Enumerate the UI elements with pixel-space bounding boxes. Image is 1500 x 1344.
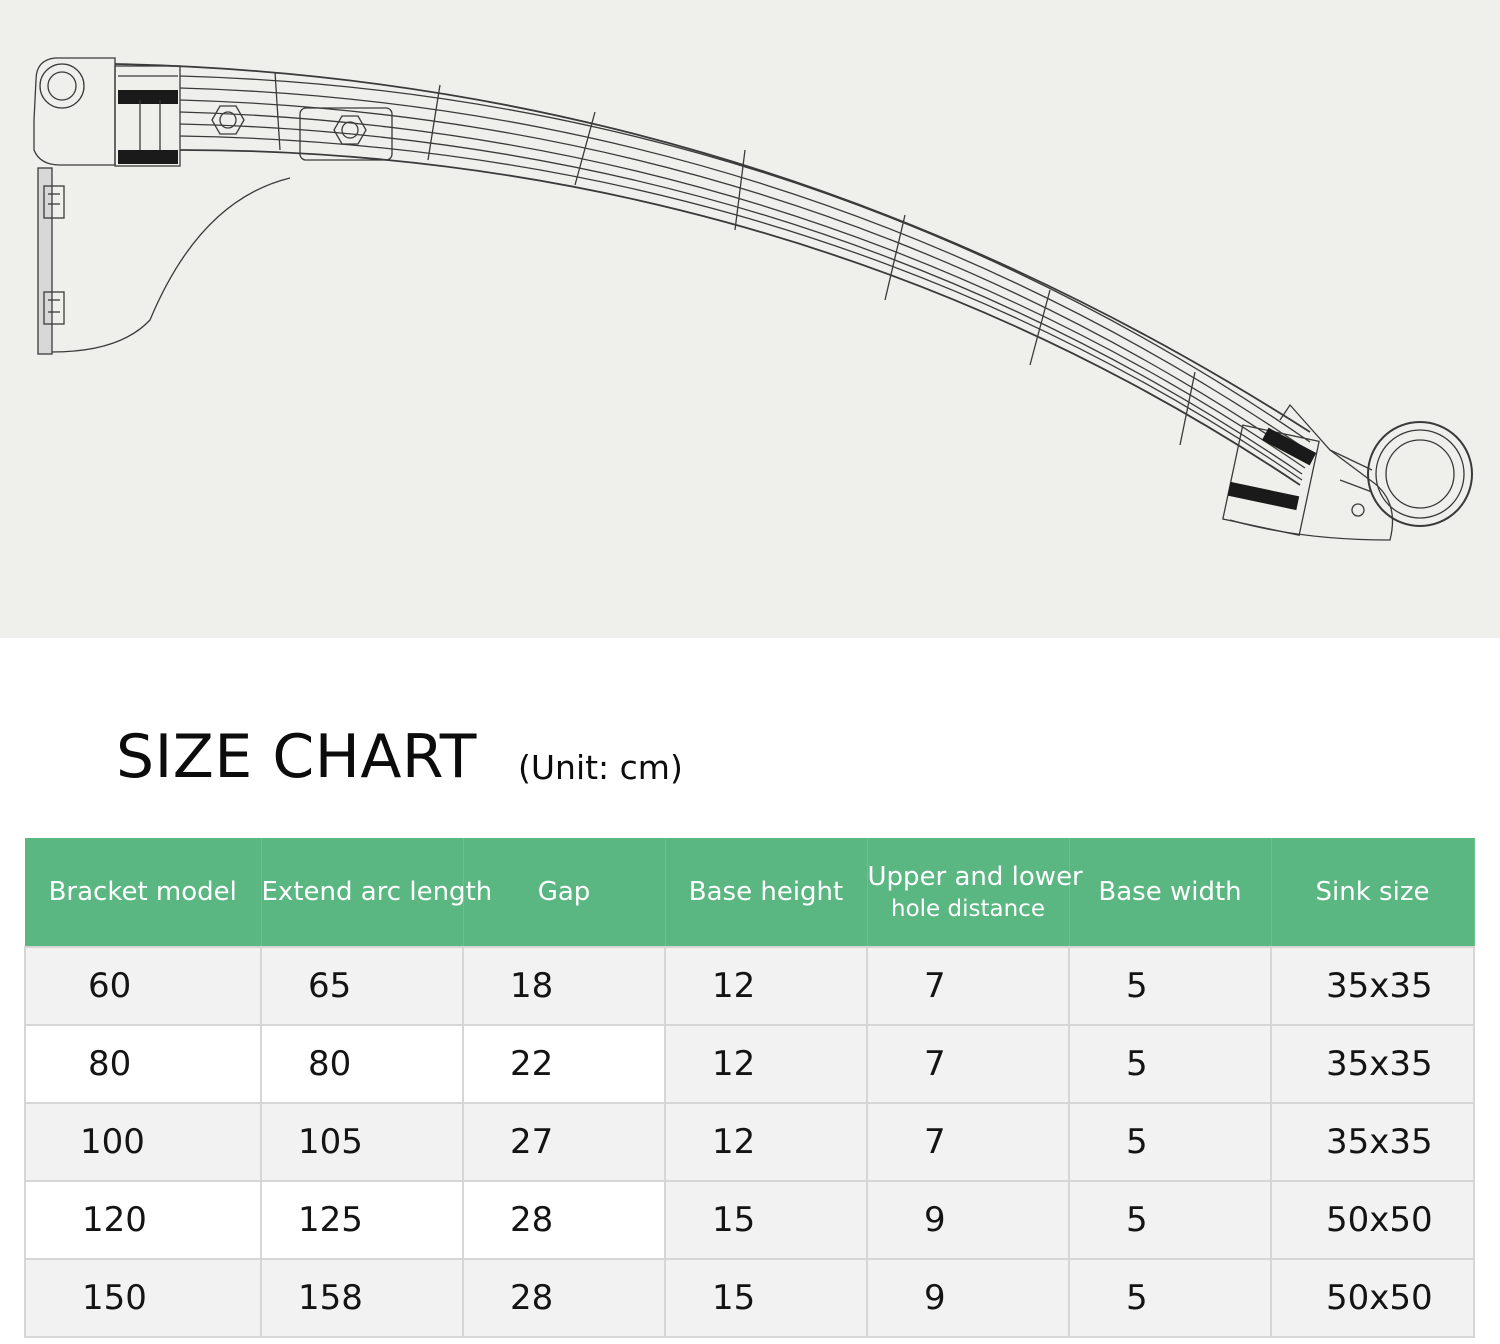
- table-cell: 22: [462, 1024, 666, 1104]
- table-cell: 28: [462, 1180, 666, 1260]
- table-row: 60 65 18 12 7 5 35x35: [24, 946, 1475, 1026]
- table-row: 80 80 22 12 7 5 35x35: [24, 1024, 1475, 1104]
- size-table: Bracket model Extend arc length Gap Base…: [24, 838, 1475, 1338]
- table-cell: 12: [664, 1024, 868, 1104]
- table-cell: 35x35: [1270, 1024, 1475, 1104]
- header-bracket-model: Bracket model: [25, 838, 262, 947]
- header-base-width: Base width: [1069, 838, 1272, 947]
- bracket-drawing-panel: [0, 0, 1500, 638]
- page-title: SIZE CHART: [116, 722, 477, 792]
- table-cell: 125: [260, 1180, 464, 1260]
- table-row: 150 158 28 15 9 5 50x50: [24, 1258, 1475, 1338]
- table-cell: 15: [664, 1180, 868, 1260]
- table-cell: 5: [1068, 1102, 1272, 1182]
- table-cell: 80: [24, 1024, 262, 1104]
- table-cell: 80: [260, 1024, 464, 1104]
- table-cell: 15: [664, 1258, 868, 1338]
- table-cell: 5: [1068, 1258, 1272, 1338]
- table-cell: 7: [866, 946, 1070, 1026]
- table-cell: 50x50: [1270, 1180, 1475, 1260]
- table-cell: 5: [1068, 1024, 1272, 1104]
- table-row: 120 125 28 15 9 5 50x50: [24, 1180, 1475, 1260]
- header-hole-distance: Upper and lower hole distance: [867, 838, 1083, 947]
- table-cell: 158: [260, 1258, 464, 1338]
- header-extend-arc-length: Extend arc length: [261, 838, 492, 947]
- table-cell: 50x50: [1270, 1258, 1475, 1338]
- header-gap: Gap: [463, 838, 666, 947]
- table-cell: 28: [462, 1258, 666, 1338]
- table-cell: 9: [866, 1180, 1070, 1260]
- header-base-height: Base height: [665, 838, 868, 947]
- table-cell: 18: [462, 946, 666, 1026]
- table-cell: 100: [24, 1102, 262, 1182]
- table-cell: 12: [664, 1102, 868, 1182]
- table-cell: 9: [866, 1258, 1070, 1338]
- table-cell: 7: [866, 1024, 1070, 1104]
- table-cell: 5: [1068, 946, 1272, 1026]
- bracket-drawing-icon: [33, 57, 1473, 541]
- table-cell: 27: [462, 1102, 666, 1182]
- table-cell: 120: [24, 1180, 262, 1260]
- table-cell: 60: [24, 946, 262, 1026]
- table-cell: 35x35: [1270, 1102, 1475, 1182]
- table-cell: 12: [664, 946, 868, 1026]
- header-sink-size: Sink size: [1271, 838, 1475, 947]
- table-header-row: Bracket model Extend arc length Gap Base…: [25, 838, 1475, 947]
- table-cell: 5: [1068, 1180, 1272, 1260]
- table-cell: 150: [24, 1258, 262, 1338]
- unit-label: (Unit: cm): [518, 748, 683, 787]
- table-cell: 105: [260, 1102, 464, 1182]
- table-cell: 35x35: [1270, 946, 1475, 1026]
- table-row: 100 105 27 12 7 5 35x35: [24, 1102, 1475, 1182]
- table-cell: 7: [866, 1102, 1070, 1182]
- table-cell: 65: [260, 946, 464, 1026]
